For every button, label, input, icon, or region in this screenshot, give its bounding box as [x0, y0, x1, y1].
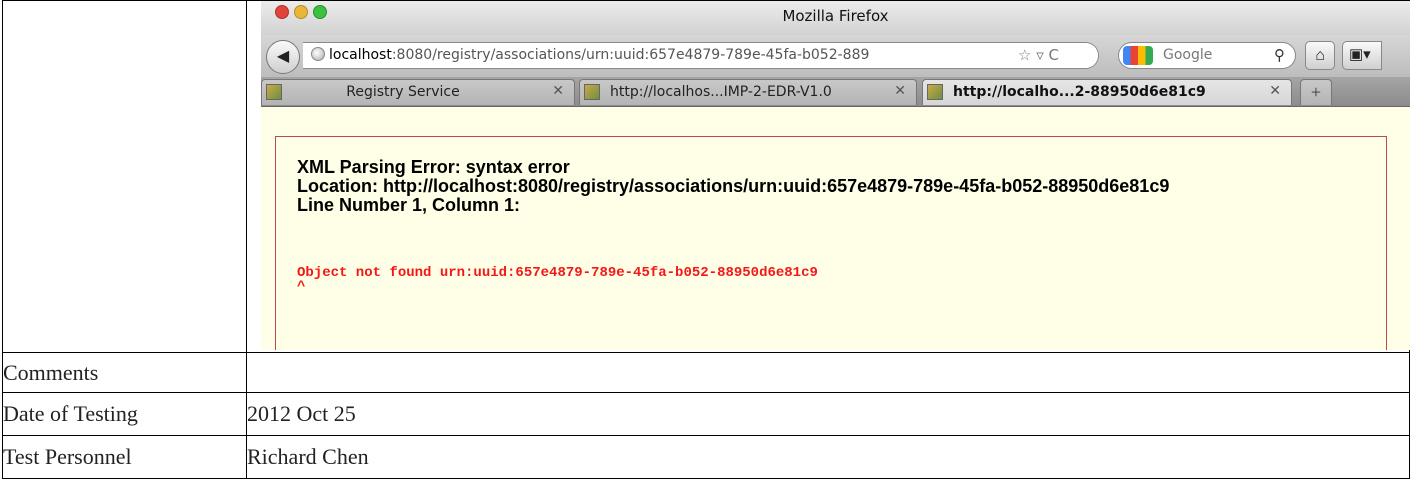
url-bar[interactable]: localhost:8080/registry/associations/urn…: [303, 42, 1099, 69]
tab-close-icon[interactable]: ✕: [1269, 83, 1281, 99]
url-path: :8080/registry/associations/urn:uuid:657…: [391, 47, 870, 63]
page-favicon-icon: [584, 84, 600, 100]
url-host: localhost: [329, 47, 392, 63]
google-engine-icon[interactable]: [1123, 46, 1153, 65]
plus-icon: +: [1310, 82, 1322, 102]
page-favicon-icon: [927, 84, 943, 100]
magnifier-icon[interactable]: ⚲: [1274, 43, 1285, 68]
error-source-text: Object not found urn:uuid:657e4879-789e-…: [297, 266, 818, 294]
comments-value: [246, 352, 1410, 393]
test-personnel-label: Test Personnel: [2, 435, 247, 479]
tab-association-active[interactable]: http://localho...2-88950d6e81c9 ✕: [922, 79, 1292, 105]
url-bar-icons[interactable]: ☆ ▿ C: [1014, 43, 1098, 68]
date-of-testing-label: Date of Testing: [2, 392, 247, 436]
error-source-line: Object not found urn:uuid:657e4879-789e-…: [297, 265, 818, 281]
screenshot-label-cell: [2, 0, 247, 353]
home-button[interactable]: ⌂: [1305, 41, 1335, 70]
tab-close-icon[interactable]: ✕: [894, 83, 906, 99]
bookmarks-icon: ▣▾: [1349, 47, 1371, 63]
xml-error-box: XML Parsing Error: syntax error Location…: [275, 136, 1387, 350]
tab-bar: Registry Service ✕ http://localhos...IMP…: [261, 77, 1410, 107]
error-line-number: Line Number 1, Column 1:: [297, 195, 521, 215]
window-title: Mozilla Firefox: [782, 7, 889, 25]
tab-registry-service[interactable]: Registry Service ✕: [261, 79, 575, 105]
tab-close-icon[interactable]: ✕: [552, 83, 564, 99]
error-location[interactable]: Location: http://localhost:8080/registry…: [297, 177, 1169, 196]
comments-label: Comments: [2, 352, 247, 393]
search-bar[interactable]: Google ⚲: [1118, 42, 1296, 69]
home-icon: ⌂: [1315, 47, 1325, 64]
new-tab-button[interactable]: +: [1300, 79, 1332, 105]
back-button[interactable]: ◀: [266, 40, 300, 74]
test-personnel-value: Richard Chen: [246, 435, 1410, 479]
error-title: XML Parsing Error: syntax error: [297, 157, 570, 177]
error-heading: XML Parsing Error: syntax error Location…: [297, 158, 1169, 215]
firefox-window: Mozilla Firefox ◀ localhost:8080/registr…: [261, 1, 1410, 350]
navigation-toolbar: ◀ localhost:8080/registry/associations/u…: [261, 35, 1410, 77]
bookmarks-button[interactable]: ▣▾: [1342, 41, 1382, 70]
site-identity-icon[interactable]: [311, 47, 325, 61]
back-arrow-icon: ◀: [276, 48, 290, 65]
tab-label: http://localho...2-88950d6e81c9: [953, 84, 1206, 100]
test-record-table: Mozilla Firefox ◀ localhost:8080/registr…: [2, 0, 1410, 479]
search-placeholder: Google: [1163, 47, 1213, 63]
tab-label: Registry Service: [346, 84, 460, 100]
date-of-testing-value: 2012 Oct 25: [246, 392, 1410, 436]
screenshot-cell: Mozilla Firefox ◀ localhost:8080/registr…: [246, 0, 1410, 353]
error-caret: ^: [297, 279, 306, 295]
title-bar: Mozilla Firefox: [261, 1, 1410, 35]
tab-label: http://localhos...IMP-2-EDR-V1.0: [610, 84, 832, 100]
tab-imp-2-edr[interactable]: http://localhos...IMP-2-EDR-V1.0 ✕: [579, 79, 917, 105]
